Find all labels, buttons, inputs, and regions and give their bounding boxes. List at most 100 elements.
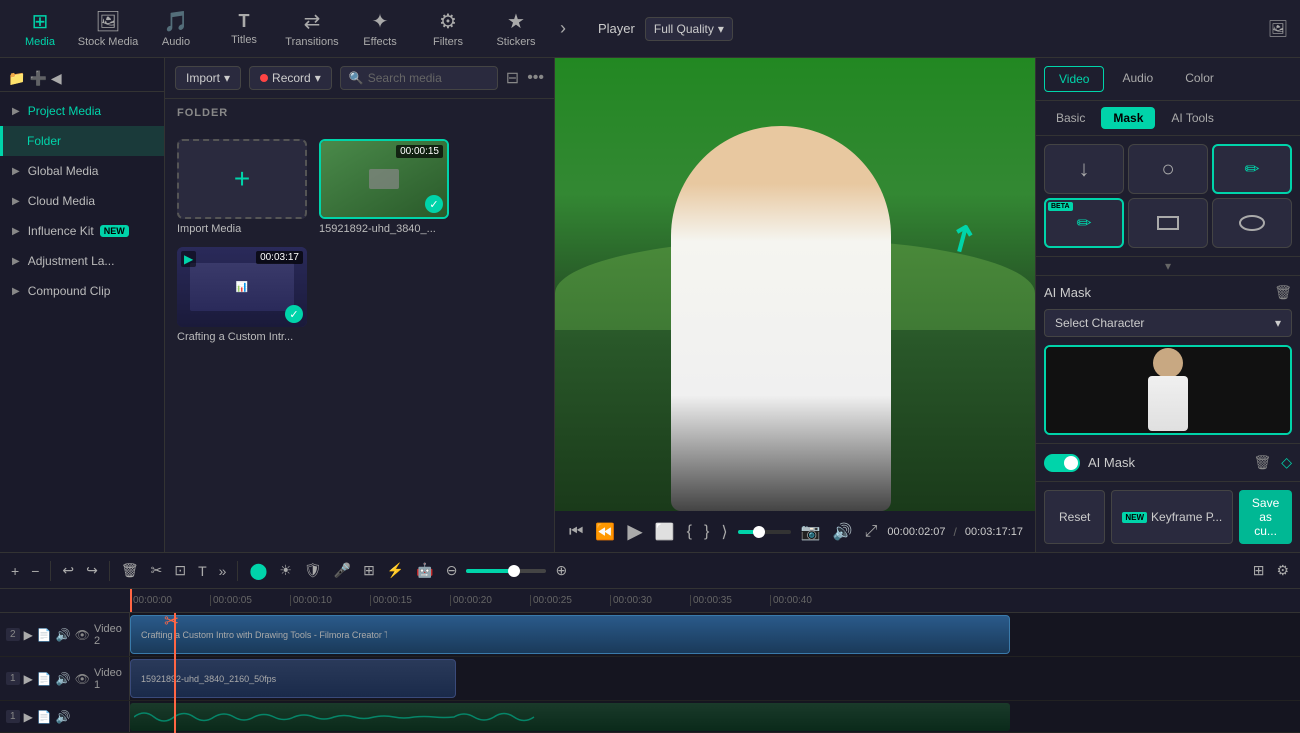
sidebar-item-compound-clip[interactable]: ▶ Compound Clip [0, 276, 164, 306]
video1-track-content[interactable]: 15921892-uhd_3840_2160_50fps [130, 657, 1300, 700]
import-button[interactable]: Import ▾ [175, 66, 241, 90]
sidebar-item-adjustment[interactable]: ▶ Adjustment La... [0, 246, 164, 276]
audio1-track-content[interactable] [130, 701, 1300, 732]
video2-mute-button[interactable]: 🔊 [56, 628, 71, 642]
sidebar-item-global-media[interactable]: ▶ Global Media [0, 156, 164, 186]
nav-media[interactable]: ⊞ Media [8, 3, 72, 55]
nav-audio[interactable]: 🎵 Audio [144, 3, 208, 55]
tl-grid-button[interactable]: ⊞ [1250, 559, 1268, 582]
sidebar-add-icon[interactable]: ➕ [29, 70, 46, 87]
nav-transitions[interactable]: ⇄ Transitions [280, 3, 344, 55]
ai-mask-delete-row-button[interactable]: 🗑 [1251, 452, 1273, 473]
media-clip-2[interactable]: ▶ 📊 00:03:17 ✓ Crafting a Custom Intr... [177, 247, 307, 343]
video2-eye-button[interactable]: 👁 [75, 628, 90, 642]
select-character-dropdown[interactable]: Select Character ▾ [1044, 309, 1292, 337]
ai-mask-toggle[interactable] [1044, 454, 1080, 472]
audio-toggle-button[interactable]: 🔊 [831, 520, 855, 544]
save-as-button[interactable]: Save as cu... [1239, 490, 1292, 544]
nav-more-button[interactable]: › [552, 18, 574, 39]
volume-slider[interactable] [466, 569, 546, 573]
video1-mute-button[interactable]: 🔊 [56, 672, 71, 686]
tl-text-button[interactable]: T [195, 560, 210, 582]
mark-in-button[interactable]: { [685, 521, 694, 543]
subtab-mask[interactable]: Mask [1101, 107, 1155, 129]
ai-mask-controls: AI Mask 🗑 ◇ Extend ◇ 0.00 [1036, 444, 1300, 481]
nav-filters[interactable]: ⚙ Filters [416, 3, 480, 55]
video2-clip[interactable]: Crafting a Custom Intro with Drawing Too… [130, 615, 1010, 654]
sidebar-add-folder-icon[interactable]: 📁 [8, 70, 25, 87]
download-mask-button[interactable]: ↓ [1044, 144, 1124, 194]
tl-cut-button[interactable]: ✂ [148, 559, 166, 582]
expand-icon[interactable]: ▾ [1165, 259, 1171, 273]
sidebar-collapse-icon[interactable]: ◀ [51, 70, 62, 87]
quality-dropdown[interactable]: Full Quality ▾ [645, 17, 733, 41]
nav-effects-label: Effects [363, 36, 396, 48]
more-options-icon[interactable]: ••• [527, 69, 544, 87]
sidebar-item-influence-kit[interactable]: ▶ Influence Kit NEW [0, 216, 164, 246]
ellipse-mask-button[interactable] [1212, 198, 1292, 248]
video2-track-content[interactable]: Crafting a Custom Intro with Drawing Too… [130, 613, 1300, 656]
tl-delete-button[interactable]: 🗑 [118, 559, 142, 582]
nav-titles[interactable]: T Titles [212, 3, 276, 55]
circle-mask-button[interactable]: ○ [1128, 144, 1208, 194]
subtab-basic[interactable]: Basic [1044, 107, 1097, 129]
tl-mic-button[interactable]: 🎤 [331, 559, 354, 582]
tl-highlight-button[interactable]: ⬤ [246, 558, 270, 584]
reset-button[interactable]: Reset [1044, 490, 1105, 544]
pen-mask-button[interactable]: ✏ [1212, 144, 1292, 194]
snapshot-button[interactable]: 📷 [799, 520, 823, 544]
ai-mask-delete-button[interactable]: 🗑 [1274, 284, 1292, 301]
nav-stickers[interactable]: ★ Stickers [484, 3, 548, 55]
video1-eye-button[interactable]: 👁 [75, 672, 90, 686]
mark-options-icon[interactable]: ⟩ [719, 520, 729, 544]
nav-stock-media[interactable]: 🖼 Stock Media [76, 3, 140, 55]
record-button[interactable]: Record ▾ [249, 66, 332, 90]
prev-frame-button[interactable]: ⏮ [567, 521, 585, 543]
character-thumbnail[interactable] [1044, 345, 1292, 435]
search-bar[interactable]: 🔍 Search media [340, 66, 498, 90]
tl-add-track-button[interactable]: + [8, 560, 22, 582]
tab-color[interactable]: Color [1171, 66, 1228, 92]
audio1-clip[interactable] [130, 703, 1010, 731]
tl-undo-button[interactable]: ↩ [59, 559, 77, 582]
sidebar-item-project-media[interactable]: ▶ Project Media [0, 96, 164, 126]
nav-effects[interactable]: ✦ Effects [348, 3, 412, 55]
tl-plus-circle-button[interactable]: ⊕ [552, 559, 570, 582]
mark-out-button[interactable]: } [702, 521, 711, 543]
video1-clip[interactable]: 15921892-uhd_3840_2160_50fps [130, 659, 456, 698]
import-media-thumb: + [177, 139, 307, 219]
tl-remove-track-button[interactable]: − [28, 560, 42, 582]
tl-shield-button[interactable]: 🛡 [301, 559, 325, 582]
video2-play-icon: ▶ [24, 628, 33, 642]
volume-fill [466, 569, 514, 573]
ai-mask-button[interactable]: ✏ [1044, 198, 1124, 248]
keyframe-button[interactable]: NEW Keyframe P... [1111, 490, 1233, 544]
tl-effect-button[interactable]: ⚡ [384, 559, 407, 582]
fullscreen-button[interactable]: ⬜ [653, 520, 677, 544]
play-button[interactable]: ▶ [625, 517, 644, 546]
tl-split-button[interactable]: ⊞ [360, 559, 378, 582]
import-media-item[interactable]: + Import Media [177, 139, 307, 235]
fullscreen-expand-button[interactable]: ⤢ [863, 521, 880, 543]
tl-redo-button[interactable]: ↪ [83, 559, 101, 582]
diamond-icon[interactable]: ◇ [1281, 454, 1292, 471]
subtab-ai-tools[interactable]: AI Tools [1159, 107, 1225, 129]
tl-more-button[interactable]: » [216, 560, 230, 582]
progress-bar[interactable] [738, 530, 791, 534]
audio1-mute-button[interactable]: 🔊 [56, 710, 71, 724]
tl-settings-button[interactable]: ⚙ [1273, 559, 1292, 582]
sidebar-item-folder[interactable]: Folder [0, 126, 164, 156]
rect-mask-button[interactable] [1128, 198, 1208, 248]
filter-icon[interactable]: ⊟ [506, 68, 519, 88]
tl-sun-button[interactable]: ☀ [276, 559, 295, 582]
video-1-track: 1 ▶ 📄 🔊 👁 Video 1 15921892-uhd_3840_2160… [0, 657, 1300, 701]
tl-minus-circle-button[interactable]: ⊖ [443, 559, 461, 582]
step-back-button[interactable]: ⏪ [593, 520, 617, 544]
tab-audio[interactable]: Audio [1108, 66, 1167, 92]
tl-ai-button[interactable]: 🤖 [413, 559, 436, 582]
sidebar-item-cloud-media[interactable]: ▶ Cloud Media [0, 186, 164, 216]
media-clip-1[interactable]: 00:00:15 ✓ 15921892-uhd_3840_... [319, 139, 449, 235]
tl-trim-button[interactable]: ⊡ [171, 559, 189, 582]
player-image-toggle[interactable]: 🖼 [1264, 15, 1292, 43]
tab-video[interactable]: Video [1044, 66, 1104, 92]
